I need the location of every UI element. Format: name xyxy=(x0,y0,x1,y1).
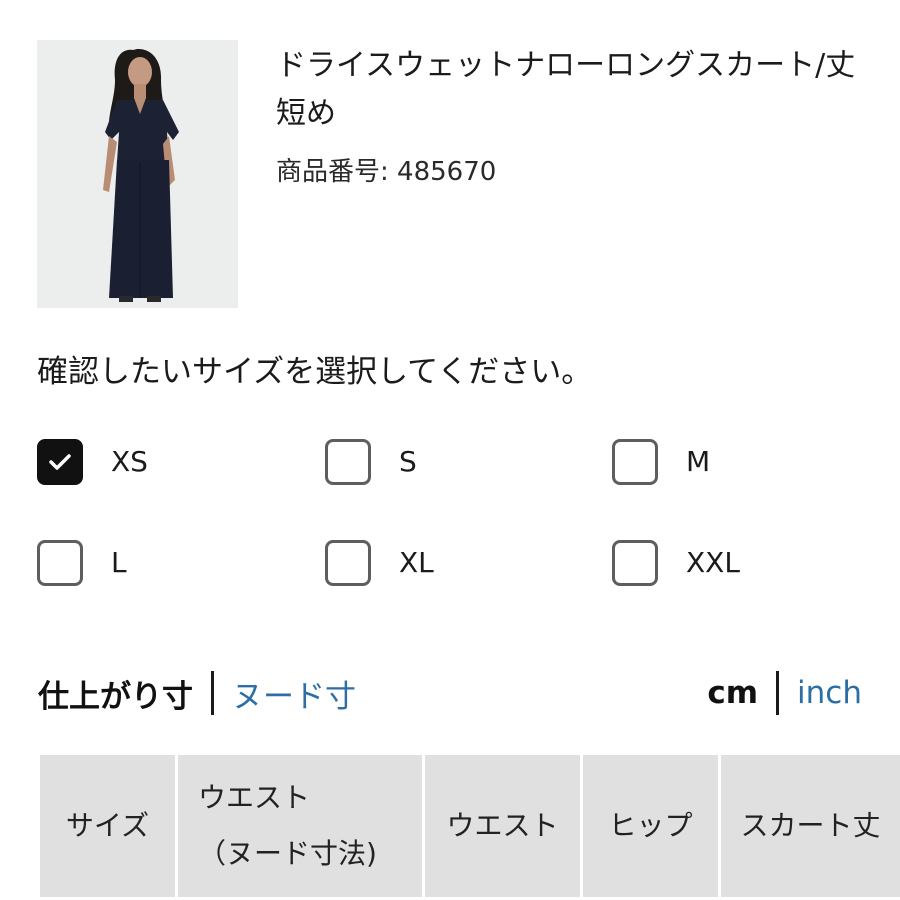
measurement-type-toggle: 仕上がり寸 ヌード寸 xyxy=(38,668,356,718)
unit-inch[interactable]: inch xyxy=(797,675,862,711)
table-header-cell: サイズ xyxy=(37,752,178,900)
size-option-xxl[interactable]: XXL xyxy=(612,540,740,586)
size-label: XL xyxy=(399,546,434,579)
size-option-xs[interactable]: XS xyxy=(37,439,148,485)
product-image xyxy=(37,40,238,308)
model-photo xyxy=(37,40,238,308)
table-header-cell: ウエスト xyxy=(422,752,583,900)
product-number: 商品番号: 485670 xyxy=(276,157,497,187)
unit-cm[interactable]: cm xyxy=(707,675,758,711)
table-header-cell: ウエスト （ヌード寸法) xyxy=(175,752,425,900)
unit-toggle: cm inch xyxy=(707,668,862,718)
divider xyxy=(211,671,214,715)
product-title: ドライスウェットナローロングスカート/丈短め xyxy=(276,48,856,131)
size-label: XS xyxy=(111,445,148,478)
tab-body-size[interactable]: ヌード寸 xyxy=(232,671,356,716)
checkbox-icon[interactable] xyxy=(612,540,658,586)
divider xyxy=(776,671,780,715)
size-table: サイズ ウエスト （ヌード寸法) ウエスト ヒップ スカート丈 xyxy=(37,752,900,900)
table-header-row: サイズ ウエスト （ヌード寸法) ウエスト ヒップ スカート丈 xyxy=(37,752,900,900)
checkbox-icon[interactable] xyxy=(37,540,83,586)
size-label: M xyxy=(686,445,711,478)
size-option-xl[interactable]: XL xyxy=(325,540,434,586)
size-option-l[interactable]: L xyxy=(37,540,127,586)
tab-finished-size[interactable]: 仕上がり寸 xyxy=(38,671,193,716)
checkbox-checked-icon[interactable] xyxy=(37,439,83,485)
size-label: XXL xyxy=(686,546,740,579)
size-option-m[interactable]: M xyxy=(612,439,710,485)
table-header-cell: ヒップ xyxy=(580,752,721,900)
size-select-prompt: 確認したいサイズを選択してください。 xyxy=(37,354,593,390)
checkbox-icon[interactable] xyxy=(612,439,658,485)
size-label: S xyxy=(399,445,417,478)
checkbox-icon[interactable] xyxy=(325,439,371,485)
table-header-cell: スカート丈 xyxy=(718,752,900,900)
size-label: L xyxy=(111,546,127,579)
size-option-s[interactable]: S xyxy=(325,439,417,485)
checkbox-icon[interactable] xyxy=(325,540,371,586)
